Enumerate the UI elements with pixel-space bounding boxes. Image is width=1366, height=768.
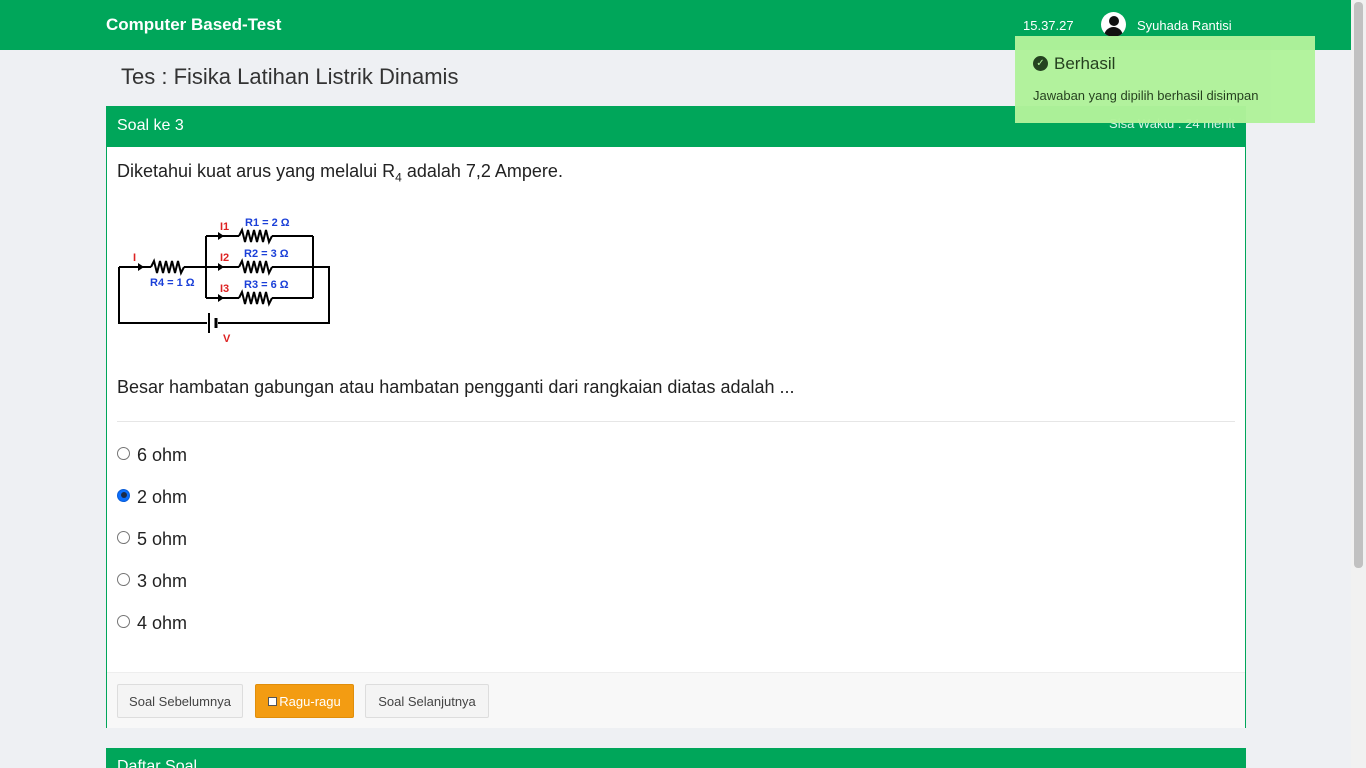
answer-option[interactable]: 6 ohm — [117, 443, 187, 467]
resistor-label-r3: R3 = 6 Ω — [244, 279, 289, 291]
question-intro-text-end: adalah 7,2 Ampere. — [401, 161, 563, 181]
question-intro: Diketahui kuat arus yang melalui R4 adal… — [117, 161, 563, 185]
answer-label[interactable]: 3 ohm — [137, 571, 187, 592]
answer-radio[interactable] — [117, 572, 130, 586]
question-card-footer: Soal Sebelumnya Ragu-ragu Soal Selanjutn… — [107, 672, 1245, 728]
success-toast[interactable]: ✓ Berhasil Jawaban yang dipilih berhasil… — [1015, 36, 1315, 123]
answer-option[interactable]: 3 ohm — [117, 569, 187, 593]
question-list-card: Daftar Soal — [106, 748, 1246, 768]
answer-label[interactable]: 5 ohm — [137, 529, 187, 550]
question-card: Soal ke 3 Sisa Waktu : 24 menit Diketahu… — [106, 106, 1246, 728]
app-brand[interactable]: Computer Based-Test — [106, 15, 281, 35]
answer-option[interactable]: 5 ohm — [117, 527, 187, 551]
next-question-button[interactable]: Soal Selanjutnya — [365, 684, 489, 718]
user-name[interactable]: Syuhada Rantisi — [1137, 18, 1232, 33]
question-intro-text: Diketahui kuat arus yang melalui R — [117, 161, 396, 181]
check-circle-icon: ✓ — [1033, 56, 1048, 71]
resistor-label-r1: R1 = 2 Ω — [245, 217, 290, 229]
current-label-i2: I2 — [220, 252, 229, 264]
doubtful-toggle-button[interactable]: Ragu-ragu — [255, 684, 354, 718]
previous-question-button[interactable]: Soal Sebelumnya — [117, 684, 243, 718]
toast-title: Berhasil — [1054, 54, 1116, 73]
answer-label[interactable]: 4 ohm — [137, 613, 187, 634]
answer-label[interactable]: 6 ohm — [137, 445, 187, 466]
doubtful-checkbox[interactable] — [268, 696, 278, 706]
current-label-i: I — [133, 252, 136, 264]
question-number: Soal ke 3 — [117, 117, 184, 134]
toast-message: Jawaban yang dipilih berhasil disimpan — [1033, 88, 1259, 103]
circuit-diagram: I I1 I2 I3 R1 = 2 Ω R2 = 3 Ω R3 = 6 Ω R4… — [118, 217, 330, 345]
answer-radio[interactable] — [117, 614, 130, 628]
page-title: Tes : Fisika Latihan Listrik Dinamis — [121, 64, 459, 89]
clock: 15.37.27 — [1023, 18, 1074, 33]
scrollbar-thumb[interactable] — [1354, 2, 1363, 568]
answer-radio[interactable] — [117, 530, 130, 544]
doubtful-label: Ragu-ragu — [279, 693, 341, 709]
question-prompt: Besar hambatan gabungan atau hambatan pe… — [117, 377, 795, 397]
answer-option[interactable]: 4 ohm — [117, 611, 187, 635]
answer-radio[interactable] — [117, 446, 130, 460]
answer-option[interactable]: 2 ohm — [117, 485, 187, 509]
answer-radio-selected[interactable] — [117, 488, 130, 502]
current-label-i3: I3 — [220, 283, 229, 295]
voltage-label-v: V — [223, 333, 231, 345]
page-scrollbar[interactable] — [1351, 0, 1366, 768]
resistor-label-r4: R4 = 1 Ω — [150, 277, 195, 289]
user-avatar-icon[interactable] — [1101, 12, 1126, 37]
question-intro-subscript: 4 — [395, 170, 402, 185]
answer-label[interactable]: 2 ohm — [137, 487, 187, 508]
current-label-i1: I1 — [220, 221, 229, 233]
question-list-title: Daftar Soal — [117, 758, 198, 768]
resistor-label-r2: R2 = 3 Ω — [244, 248, 289, 260]
divider — [117, 421, 1235, 422]
